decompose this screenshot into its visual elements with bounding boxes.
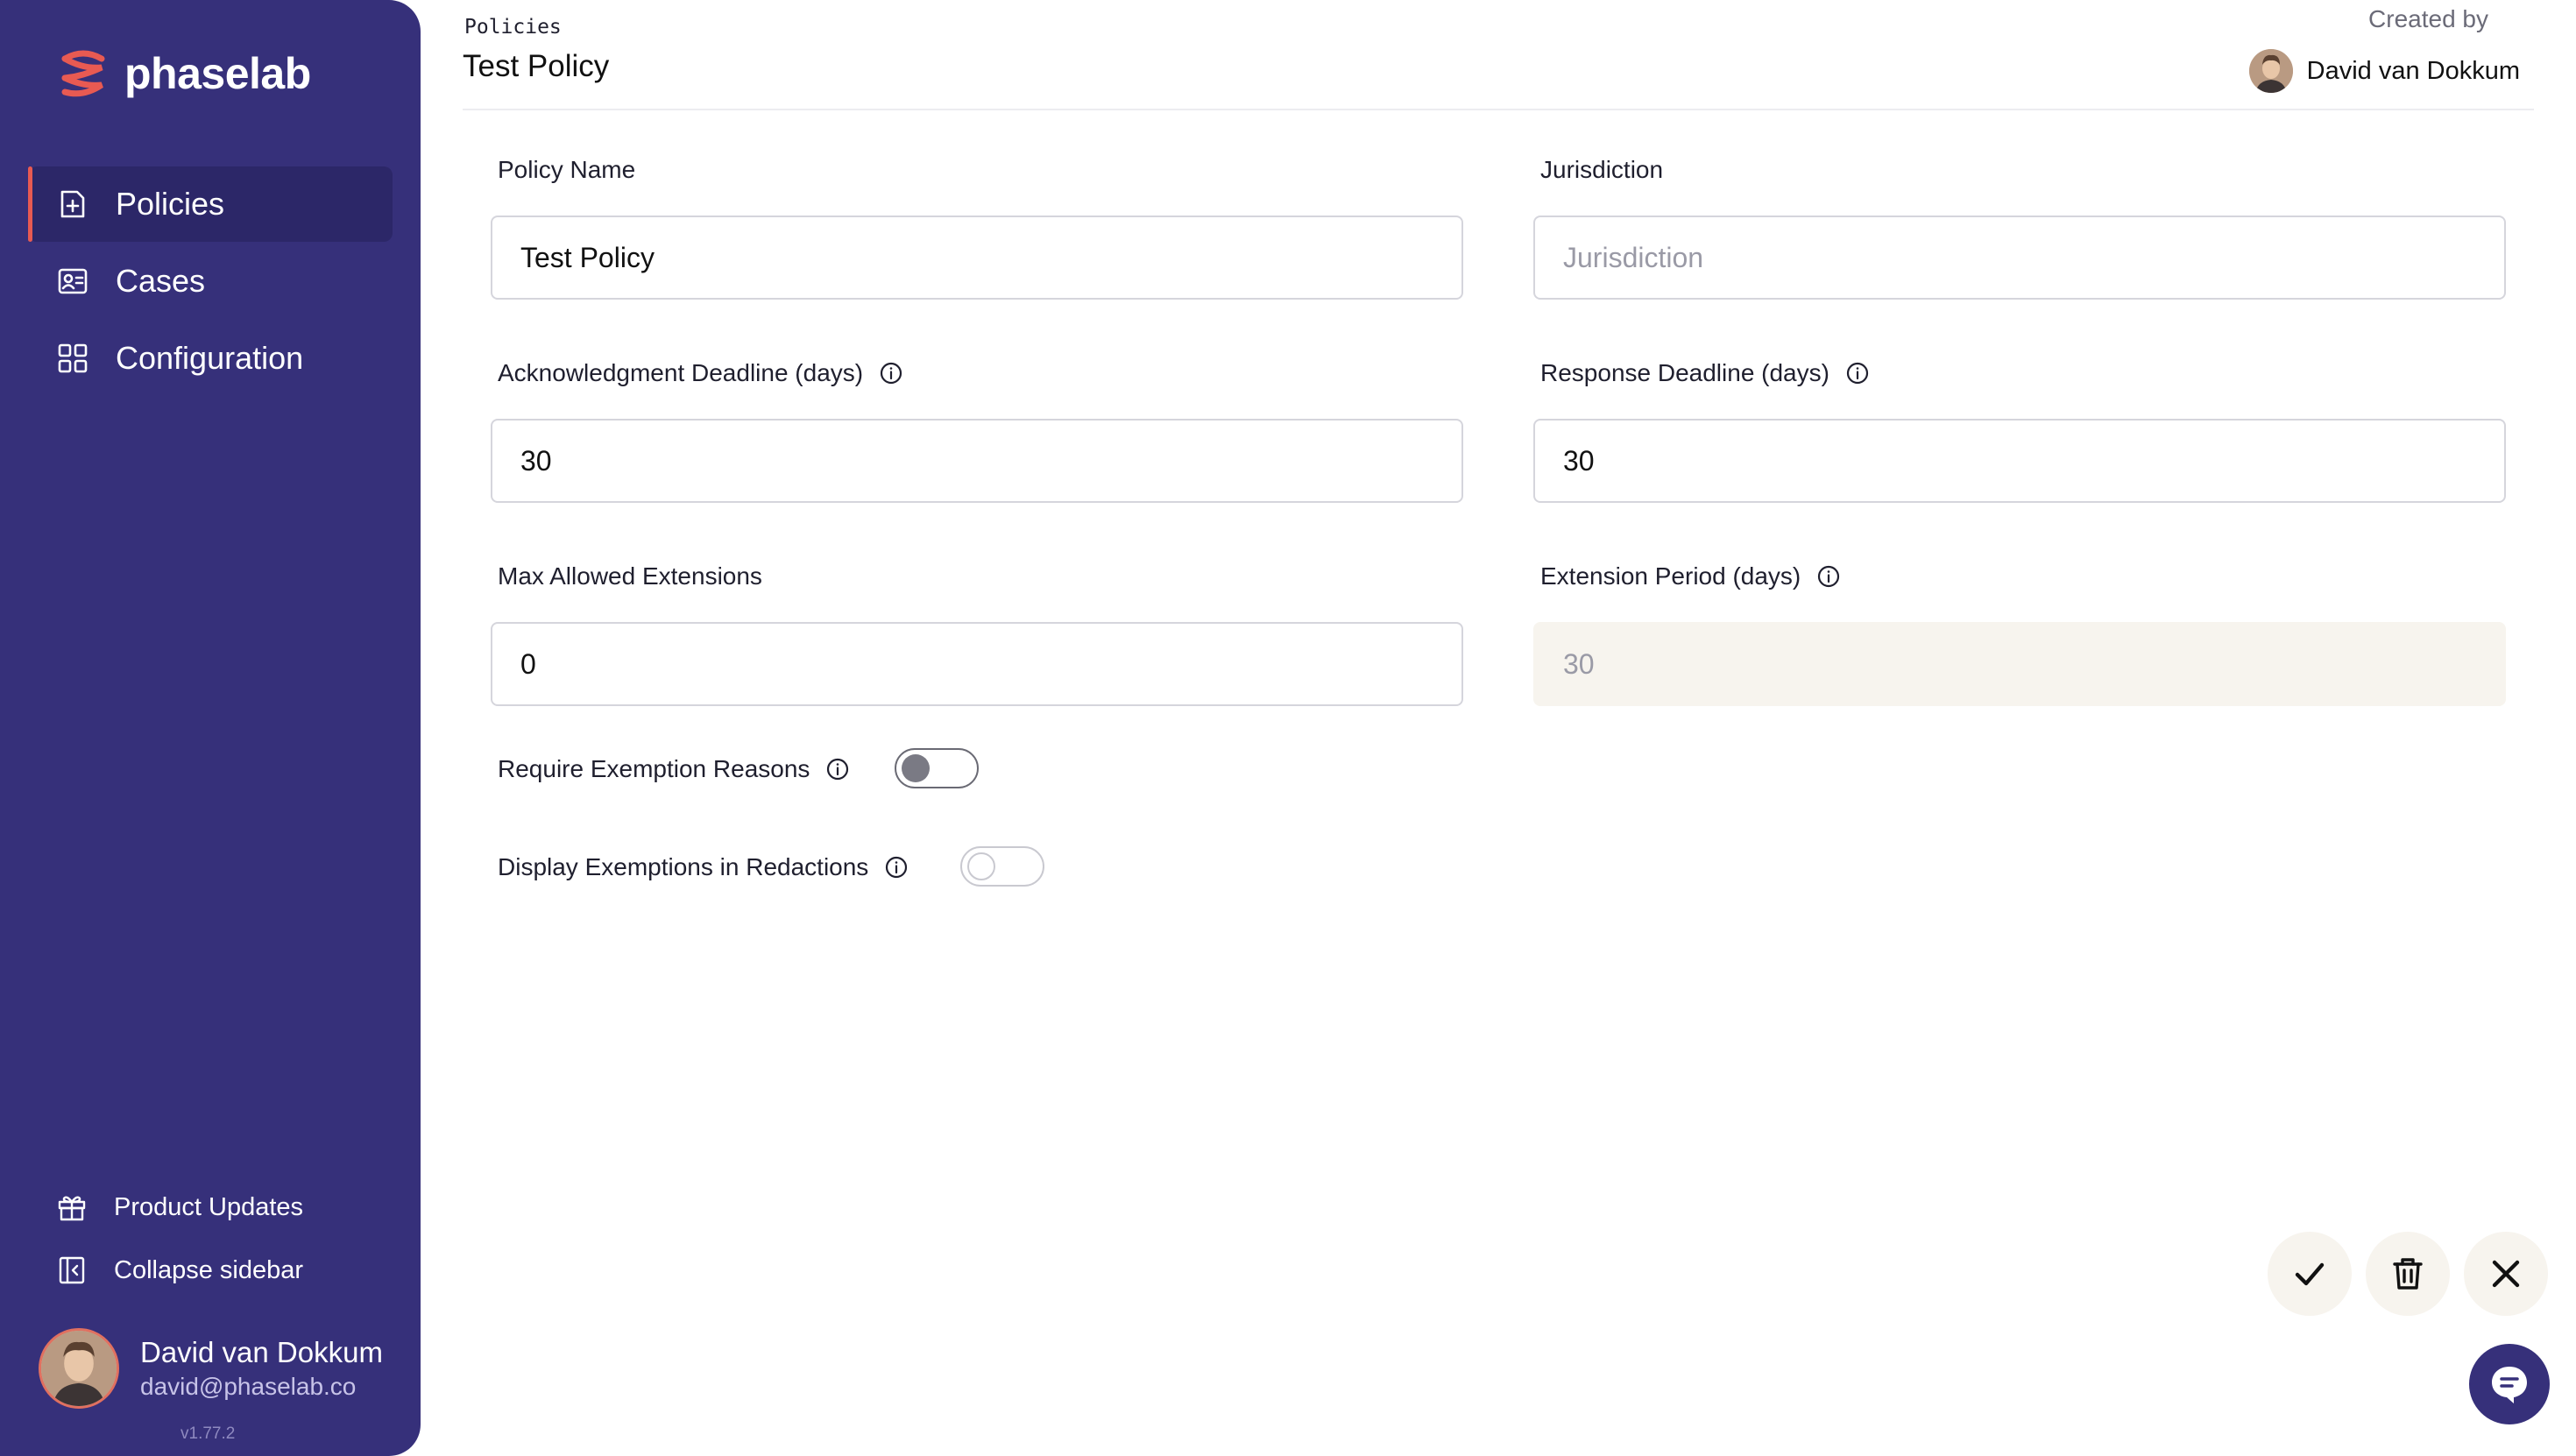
info-icon[interactable] — [879, 361, 903, 385]
grid-icon — [56, 342, 89, 375]
response-deadline-input[interactable] — [1533, 419, 2506, 503]
chat-button[interactable] — [2469, 1344, 2550, 1424]
check-icon — [2295, 1262, 2325, 1286]
chat-icon — [2492, 1367, 2527, 1403]
trash-icon — [2393, 1258, 2423, 1290]
sidebar-nav: Policies Cases Configuration — [28, 166, 393, 398]
sidebar-item-configuration[interactable]: Configuration — [28, 321, 393, 396]
contact-card-icon — [56, 265, 89, 298]
policy-name-label-text: Policy Name — [498, 156, 636, 183]
max-extensions-label: Max Allowed Extensions — [498, 562, 762, 590]
display-exemptions-toggle[interactable] — [960, 846, 1044, 887]
delete-button[interactable] — [2366, 1232, 2450, 1316]
extension-period-label: Extension Period (days) — [1540, 562, 1841, 590]
display-exemptions-label-text: Display Exemptions in Redactions — [498, 853, 869, 880]
require-exemption-label: Require Exemption Reasons — [498, 755, 850, 783]
creator: David van Dokkum — [2248, 49, 2520, 93]
extension-period-input — [1533, 622, 2506, 706]
product-updates-label: Product Updates — [114, 1192, 304, 1221]
phaselab-logo-icon — [61, 50, 105, 97]
sidebar-item-policies[interactable]: Policies — [28, 166, 393, 242]
sidebar-item-label: Configuration — [116, 340, 304, 376]
max-extensions-label-text: Max Allowed Extensions — [498, 562, 762, 590]
collapse-sidebar-button[interactable]: Collapse sidebar — [56, 1247, 303, 1293]
policy-name-label: Policy Name — [498, 156, 635, 184]
extension-period-label-text: Extension Period (days) — [1540, 562, 1801, 590]
sidebar-bottom-links: Product Updates Collapse sidebar — [56, 1184, 303, 1311]
toggle-knob — [902, 754, 930, 782]
display-exemptions-label: Display Exemptions in Redactions — [498, 853, 909, 881]
sidebar-item-label: Policies — [116, 186, 225, 222]
info-icon[interactable] — [1816, 564, 1841, 589]
response-deadline-label: Response Deadline (days) — [1540, 359, 1870, 387]
collapse-sidebar-label: Collapse sidebar — [114, 1255, 304, 1284]
app-name: phaselab — [124, 49, 311, 98]
page-title: Test Policy — [463, 49, 610, 83]
user-avatar-icon — [41, 1331, 117, 1406]
app-version: v1.77.2 — [180, 1424, 236, 1443]
creator-avatar-icon — [2248, 49, 2293, 93]
save-button[interactable] — [2268, 1232, 2352, 1316]
jurisdiction-label: Jurisdiction — [1540, 156, 1663, 184]
toggle-knob — [967, 852, 995, 880]
created-by-label: Created by — [2368, 5, 2488, 32]
jurisdiction-label-text: Jurisdiction — [1540, 156, 1664, 183]
close-icon — [2492, 1260, 2520, 1288]
ack-deadline-input[interactable] — [491, 419, 1463, 503]
user-profile[interactable]: David van Dokkum david@phaselab.co — [39, 1328, 383, 1409]
ack-deadline-label-text: Acknowledgment Deadline (days) — [498, 359, 864, 386]
avatar — [39, 1328, 119, 1409]
require-exemption-toggle[interactable] — [895, 748, 979, 788]
sidebar-item-cases[interactable]: Cases — [28, 244, 393, 319]
sidebar-item-label: Cases — [116, 263, 206, 299]
creator-name: David van Dokkum — [2306, 56, 2520, 85]
user-name: David van Dokkum — [140, 1336, 383, 1368]
policy-name-input[interactable] — [491, 216, 1463, 300]
info-icon[interactable] — [1845, 361, 1870, 385]
sidebar: phaselab Policies Cases Configuration Pr… — [0, 0, 421, 1456]
info-icon[interactable] — [884, 855, 909, 880]
gift-icon — [56, 1191, 88, 1223]
require-exemption-label-text: Require Exemption Reasons — [498, 755, 810, 782]
close-button[interactable] — [2464, 1232, 2548, 1316]
ack-deadline-label: Acknowledgment Deadline (days) — [498, 359, 903, 387]
product-updates-link[interactable]: Product Updates — [56, 1184, 303, 1230]
max-extensions-input[interactable] — [491, 622, 1463, 706]
avatar — [2248, 49, 2293, 93]
user-email: david@phaselab.co — [140, 1373, 357, 1400]
collapse-sidebar-icon — [56, 1255, 88, 1286]
folder-plus-icon — [56, 187, 89, 221]
page-header: Policies Test Policy Created by David va… — [463, 0, 2534, 110]
breadcrumb[interactable]: Policies — [464, 16, 562, 39]
jurisdiction-input[interactable] — [1533, 216, 2506, 300]
app-logo[interactable]: phaselab — [56, 46, 311, 102]
response-deadline-label-text: Response Deadline (days) — [1540, 359, 1829, 386]
info-icon[interactable] — [825, 757, 850, 781]
